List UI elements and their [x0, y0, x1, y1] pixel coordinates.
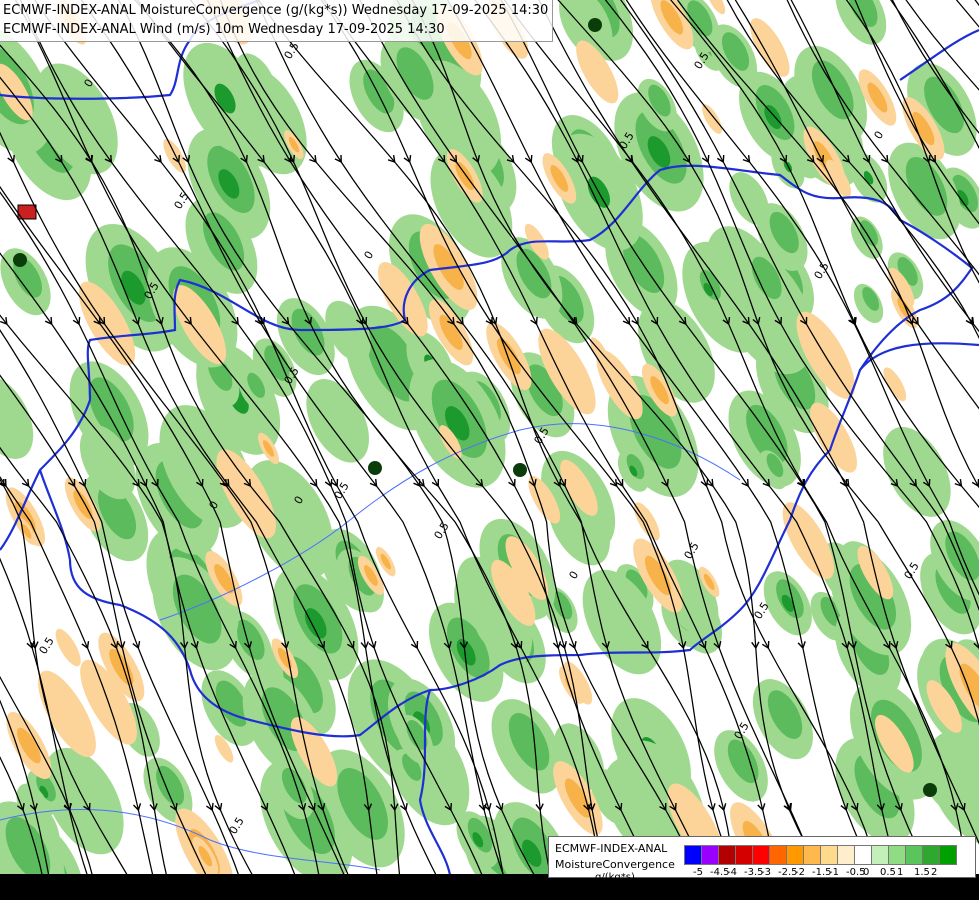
legend-swatch	[752, 845, 770, 865]
title-moisture-convergence: ECMWF-INDEX-ANAL MoistureConvergence (g/…	[3, 3, 549, 18]
dark-spot	[368, 461, 382, 475]
legend-swatch	[735, 845, 753, 865]
legend-model-name: ECMWF-INDEX-ANAL	[555, 842, 668, 855]
legend-swatch	[871, 845, 889, 865]
legend-tick: 0.5	[880, 867, 896, 878]
legend-tick: 1	[897, 867, 904, 878]
title-wind: ECMWF-INDEX-ANAL Wind (m/s) 10m Wednesda…	[3, 22, 445, 37]
legend-tick: 2	[931, 867, 938, 878]
legend-tick: -3	[761, 867, 771, 878]
weather-map: 00.50.500.500.50.500.50.50.50.500.50.50.…	[0, 0, 979, 900]
legend-tick-labels: -5 -4.5 -4 -3.5 -3 -2.5 -2 -1.5 -1 -0.5 0 0.5 1 1.5 2	[684, 867, 974, 879]
legend-swatch	[684, 845, 702, 865]
map-title-box: ECMWF-INDEX-ANAL MoistureConvergence (g/…	[0, 0, 554, 42]
legend-swatch	[820, 845, 838, 865]
legend-swatch	[718, 845, 736, 865]
legend-tick: -4	[727, 867, 737, 878]
legend-swatch	[803, 845, 821, 865]
legend-swatch	[837, 845, 855, 865]
legend-tick: 1.5	[914, 867, 930, 878]
dark-spot	[923, 783, 937, 797]
dark-spot	[588, 18, 602, 32]
legend-swatch	[854, 845, 872, 865]
legend-color-scale	[684, 845, 957, 865]
legend-tick: -1	[829, 867, 839, 878]
legend-tick: -2	[795, 867, 805, 878]
dark-spot	[13, 253, 27, 267]
color-legend: ECMWF-INDEX-ANAL MoistureConvergence g/(…	[548, 836, 976, 883]
legend-parameter-name: MoistureConvergence	[555, 858, 675, 871]
legend-swatch	[922, 845, 940, 865]
legend-swatch	[939, 845, 957, 865]
legend-swatch	[888, 845, 906, 865]
legend-swatch	[769, 845, 787, 865]
dark-spot	[513, 463, 527, 477]
legend-swatch	[905, 845, 923, 865]
legend-swatch	[701, 845, 719, 865]
legend-swatch	[786, 845, 804, 865]
legend-tick: 0	[863, 867, 870, 878]
legend-units: g/(kg*s)	[595, 872, 635, 883]
legend-tick: -5	[693, 867, 703, 878]
